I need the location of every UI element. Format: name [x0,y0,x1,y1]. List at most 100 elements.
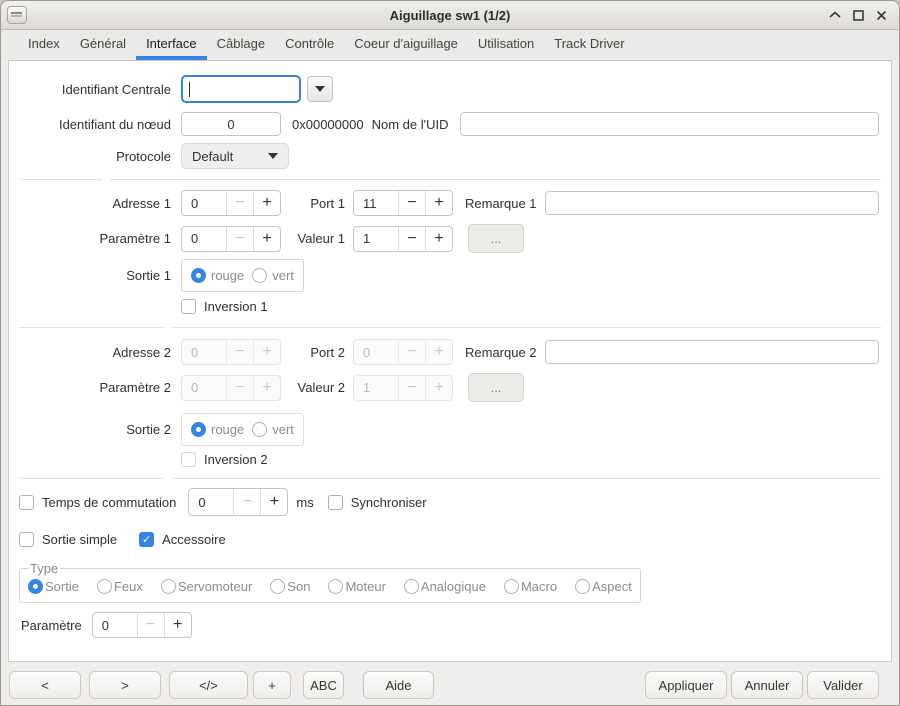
sortie1-rouge-radio[interactable] [191,268,206,283]
accessoire-checkbox[interactable]: ✓ [139,532,154,547]
tab-cablage[interactable]: Câblage [207,30,275,60]
parametre-decrement-button[interactable]: − [137,613,164,637]
sortie-simple-checkbox[interactable] [19,532,34,547]
parametre1-input[interactable] [182,227,226,251]
parametre-label: Paramètre [21,618,82,633]
close-button[interactable] [874,8,888,22]
adresse1-decrement-button[interactable]: − [226,191,253,215]
type-son-radio[interactable] [270,579,285,594]
adresse1-input[interactable] [182,191,226,215]
inversion1-label: Inversion 1 [204,299,268,314]
port2-spinner: − + [353,339,453,365]
aide-button[interactable]: Aide [363,671,434,699]
synchroniser-label: Synchroniser [351,495,427,510]
next-button[interactable]: > [89,671,161,699]
temps-commutation-input[interactable] [189,489,233,515]
synchroniser-checkbox[interactable] [328,495,343,510]
tab-coeur-aiguillage[interactable]: Coeur d'aiguillage [344,30,468,60]
parametre2-label: Paramètre 2 [19,380,181,395]
port2-decrement-button: − [398,340,425,364]
interface-tab-page: Identifiant Centrale Identifiant du nœud… [8,60,892,662]
inversion2-checkbox [181,452,196,467]
type-feux-radio[interactable] [97,579,112,594]
protocole-label: Protocole [19,149,181,164]
annuler-button[interactable]: Annuler [731,671,803,699]
sortie1-rouge-label: rouge [211,268,244,283]
port1-spinner: − + [353,190,453,216]
node-id-input[interactable] [181,112,281,136]
valider-button[interactable]: Valider [807,671,879,699]
parametre-increment-button[interactable]: + [164,613,191,637]
port1-decrement-button[interactable]: − [398,191,425,215]
remarque2-label: Remarque 2 [465,345,537,360]
valeur1-increment-button[interactable]: + [425,227,452,251]
tab-general[interactable]: Général [70,30,136,60]
tab-track-driver[interactable]: Track Driver [544,30,634,60]
valeur1-decrement-button[interactable]: − [398,227,425,251]
central-id-dropdown-button[interactable] [307,76,333,102]
type-analogique-radio[interactable] [404,579,419,594]
temps-commutation-label: Temps de commutation [42,495,176,510]
adresse1-increment-button[interactable]: + [253,191,280,215]
prev-button[interactable]: < [9,671,81,699]
type-aspect-label: Aspect [592,579,632,594]
type-sortie-radio[interactable] [28,579,43,594]
type-moteur-radio[interactable] [328,579,343,594]
tab-controle[interactable]: Contrôle [275,30,344,60]
dropdown-arrow-icon [315,86,325,92]
parametre1-increment-button[interactable]: + [253,227,280,251]
parametre-input[interactable] [93,613,137,637]
footer: < > </> + ABC Aide Appliquer Annuler Val… [1,662,899,706]
minimize-button[interactable] [828,8,842,22]
code-button[interactable]: </> [169,671,248,699]
temps-decrement-button[interactable]: − [233,489,260,515]
uid-name-label: Nom de l'UID [372,117,449,132]
type-macro-radio[interactable] [504,579,519,594]
sortie1-vert-radio[interactable] [252,268,267,283]
adresse1-label: Adresse 1 [19,196,181,211]
valeur1-label: Valeur 1 [289,231,345,246]
maximize-button[interactable] [851,8,865,22]
adresse1-spinner: − + [181,190,281,216]
uid-name-input[interactable] [460,112,879,136]
parametre2-decrement-button: − [226,376,253,400]
add-button[interactable]: + [253,671,291,699]
temps-increment-button[interactable]: + [260,489,287,515]
tab-interface[interactable]: Interface [136,30,207,60]
port1-label: Port 1 [289,196,345,211]
port1-increment-button[interactable]: + [425,191,452,215]
parametre1-decrement-button[interactable]: − [226,227,253,251]
dropdown-arrow-icon [268,153,278,159]
window-title: Aiguillage sw1 (1/2) [1,8,899,23]
tab-bar: Index Général Interface Câblage Contrôle… [1,30,899,60]
accessoire-label: Accessoire [162,532,226,547]
central-id-input[interactable] [181,75,301,103]
valeur1-more-button[interactable]: ... [468,224,524,253]
tab-index[interactable]: Index [18,30,70,60]
sortie2-vert-radio [252,422,267,437]
adresse2-label: Adresse 2 [19,345,181,360]
sortie-simple-label: Sortie simple [42,532,117,547]
inversion1-checkbox[interactable] [181,299,196,314]
remarque1-input[interactable] [545,191,879,215]
sortie2-vert-label: vert [272,422,294,437]
valeur1-input[interactable] [354,227,398,251]
valeur2-more-button[interactable]: ... [468,373,524,402]
parametre-spinner: − + [92,612,192,638]
type-servomoteur-radio[interactable] [161,579,176,594]
tab-utilisation[interactable]: Utilisation [468,30,544,60]
type-aspect-radio[interactable] [575,579,590,594]
sortie1-vert-label: vert [272,268,294,283]
sortie2-radio-group: rouge vert [181,413,304,446]
temps-commutation-checkbox[interactable] [19,495,34,510]
port1-input[interactable] [354,191,398,215]
sortie2-rouge-radio [191,422,206,437]
protocole-dropdown[interactable]: Default [181,143,289,169]
type-sortie-label: Sortie [45,579,79,594]
abc-button[interactable]: ABC [303,671,344,699]
type-legend: Type [28,561,60,576]
remarque2-input[interactable] [545,340,879,364]
type-moteur-label: Moteur [345,579,385,594]
valeur2-label: Valeur 2 [289,380,345,395]
appliquer-button[interactable]: Appliquer [645,671,727,699]
